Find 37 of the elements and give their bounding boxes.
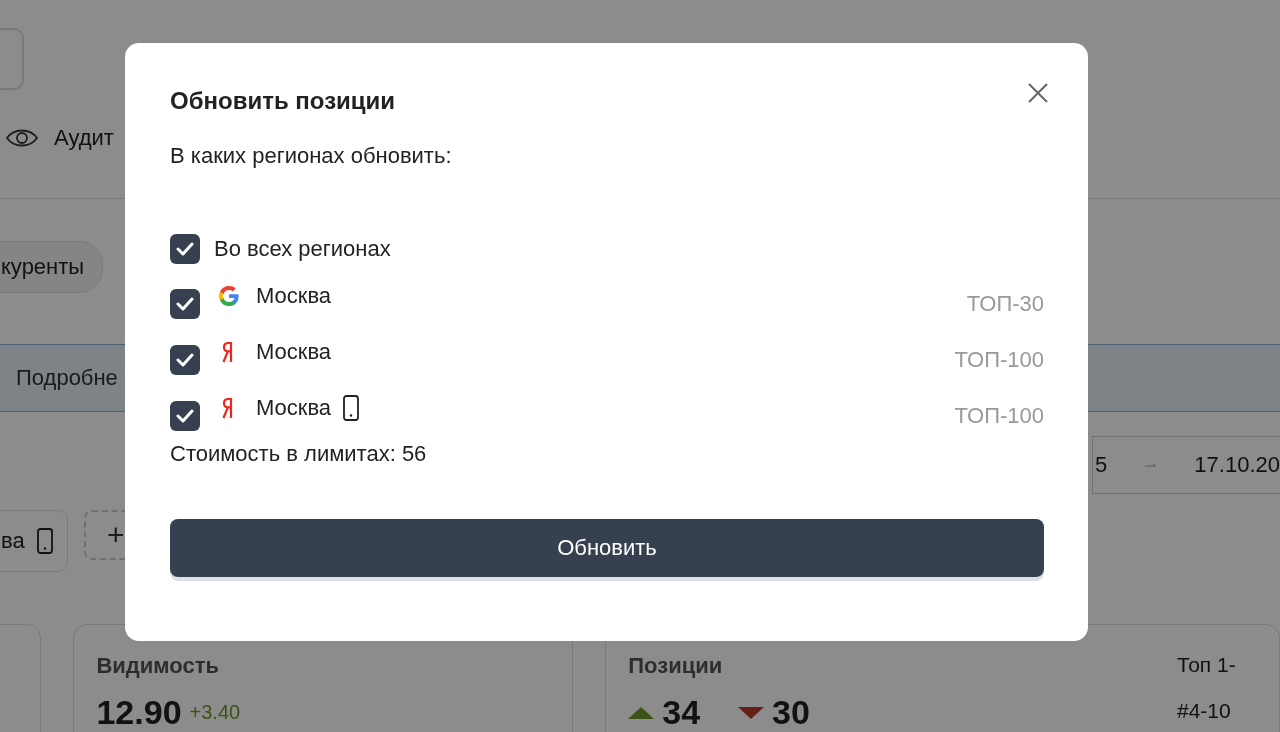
card-title: Позиции: [628, 653, 724, 679]
visibility-value: 12.90: [96, 693, 182, 732]
eye-icon: [6, 127, 38, 149]
positions-down-count: 30: [772, 693, 810, 732]
region-chip[interactable]: ва: [0, 510, 68, 572]
card-title: Видимость: [96, 653, 221, 679]
search-depth-label: ТОП-100: [954, 403, 1044, 429]
check-icon: [176, 242, 194, 256]
dialog-prompt: В каких регионах обновить:: [170, 143, 453, 169]
region-label: Москва: [256, 395, 332, 421]
checkbox[interactable]: [170, 345, 200, 375]
up-triangle-icon: [628, 706, 655, 719]
visibility-delta: +3.40: [189, 701, 241, 724]
nav-item[interactable]: Аудит: [54, 125, 114, 151]
checkbox[interactable]: [170, 289, 200, 319]
filter-chip[interactable]: куренты: [0, 241, 104, 293]
region-label: Москва: [256, 283, 332, 309]
cost-text: Стоимость в лимитах: 56: [170, 441, 428, 467]
down-triangle-icon: [738, 706, 765, 719]
checkbox[interactable]: [170, 401, 200, 431]
top-range-label: #4-10: [1177, 699, 1232, 723]
dialog-title: Обновить позиции: [170, 87, 396, 115]
checkbox[interactable]: [170, 234, 200, 264]
close-icon[interactable]: [1027, 82, 1049, 104]
search-depth-label: ТОП-30: [966, 291, 1044, 317]
top-range-label: Топ 1-: [1177, 653, 1237, 677]
phone-icon: [36, 528, 53, 554]
check-icon: [176, 409, 194, 423]
check-icon: [176, 353, 194, 367]
details-link[interactable]: Подробне: [16, 365, 118, 391]
check-icon: [176, 297, 194, 311]
date-range-field[interactable]: 5 17.10.20: [1092, 436, 1280, 494]
region-label: Во всех регионах: [214, 236, 391, 262]
search-depth-label: ТОП-100: [954, 347, 1044, 373]
positions-up-count: 34: [662, 693, 701, 732]
region-label: Москва: [256, 339, 332, 365]
google-g-icon: [218, 285, 240, 307]
